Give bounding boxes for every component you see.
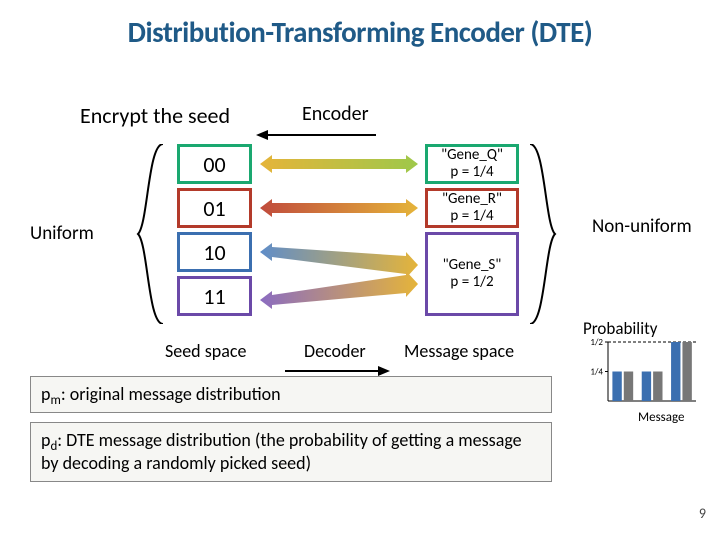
- seed-space-label: Seed space: [165, 340, 246, 362]
- diagram-area: Encrypt the seed Encoder Uniform 00 01 1…: [0, 50, 720, 530]
- nonuniform-brace-icon: [525, 144, 585, 324]
- message-name: "Gene_R": [442, 191, 502, 208]
- pd-text: : DTE message distribution (the probabil…: [41, 429, 522, 474]
- encrypt-seed-label: Encrypt the seed: [80, 102, 230, 129]
- decoder-label: Decoder: [304, 340, 366, 362]
- message-name: "Gene_Q": [441, 147, 503, 164]
- seed-cell-01: 01: [177, 188, 252, 228]
- nonuniform-label: Non-uniform: [592, 215, 692, 238]
- uniform-brace-icon: [108, 144, 168, 324]
- encoder-arrow-icon: [256, 126, 376, 136]
- message-space-label: Message space: [404, 340, 514, 362]
- svg-text:1/2: 1/2: [590, 338, 603, 348]
- message-cell-gene-s: "Gene_S" p = 1/2: [425, 232, 519, 316]
- probability-bar-chart: 1/4 1/2: [580, 338, 700, 413]
- decoder-arrow-icon: [285, 362, 390, 372]
- seed-cell-10: 10: [177, 232, 252, 272]
- message-prob: p = 1/4: [450, 208, 493, 225]
- chart-x-axis-label: Message: [638, 410, 684, 425]
- message-space-stack: "Gene_Q" p = 1/4 "Gene_R" p = 1/4 "Gene_…: [425, 144, 519, 320]
- uniform-label: Uniform: [30, 222, 94, 245]
- message-prob: p = 1/4: [450, 164, 493, 181]
- probability-axis-label: Probability: [583, 318, 658, 339]
- seed-cell-00: 00: [177, 144, 252, 184]
- pd-subscript: d: [50, 439, 57, 454]
- svg-text:1/4: 1/4: [590, 367, 603, 378]
- seed-space-stack: 00 01 10 11: [177, 144, 252, 320]
- message-cell-gene-r: "Gene_R" p = 1/4: [425, 188, 519, 228]
- message-name: "Gene_S": [443, 257, 502, 274]
- pm-text: : original message distribution: [61, 383, 281, 405]
- page-title: Distribution-Transforming Encoder (DTE): [0, 0, 720, 50]
- seed-cell-11: 11: [177, 276, 252, 316]
- message-cell-gene-q: "Gene_Q" p = 1/4: [425, 144, 519, 184]
- message-prob: p = 1/2: [450, 274, 493, 291]
- page-number: 9: [699, 505, 706, 522]
- pm-definition-box: pm: original message distribution: [30, 376, 552, 413]
- pd-definition-box: pd: DTE message distribution (the probab…: [30, 422, 552, 482]
- encoder-label: Encoder: [302, 102, 369, 126]
- pm-subscript: m: [50, 393, 60, 408]
- mapping-arrows-icon: [260, 144, 418, 324]
